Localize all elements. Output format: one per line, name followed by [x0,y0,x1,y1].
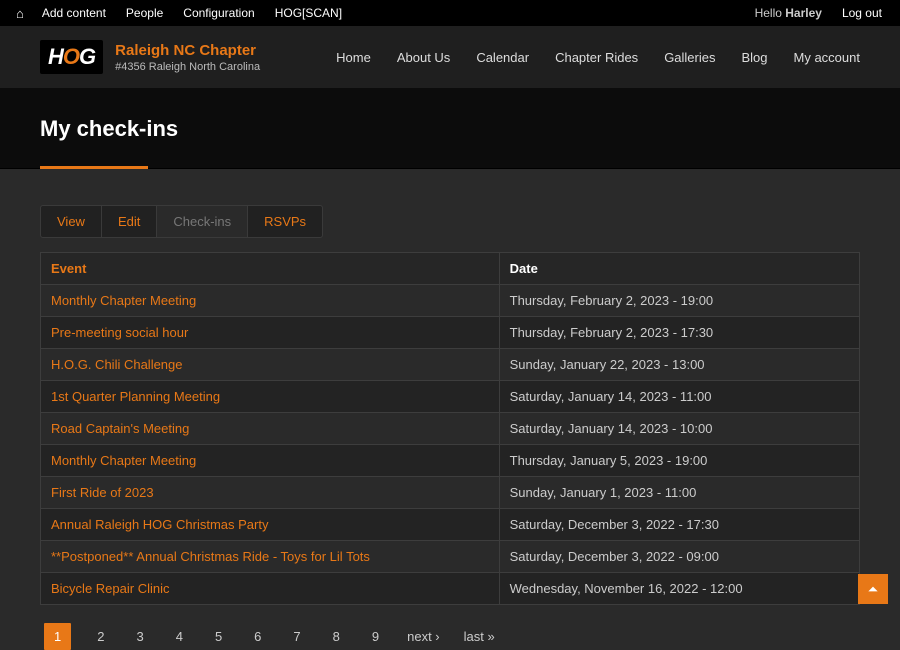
date-cell: Thursday, January 5, 2023 - 19:00 [499,445,859,477]
col-event[interactable]: Event [41,253,500,285]
content-area: View Edit Check-ins RSVPs Event Date Mon… [0,169,900,650]
pager: 1 2 3 4 5 6 7 8 9 next › last » [40,623,860,650]
event-link[interactable]: H.O.G. Chili Challenge [51,357,183,372]
date-cell: Sunday, January 22, 2023 - 13:00 [499,349,859,381]
checkins-table: Event Date Monthly Chapter Meeting Thursd… [40,252,860,605]
event-cell: Annual Raleigh HOG Christmas Party [41,509,500,541]
event-cell: **Postponed** Annual Christmas Ride - To… [41,541,500,573]
table-row: Monthly Chapter Meeting Thursday, Februar… [41,285,860,317]
event-link[interactable]: Monthly Chapter Meeting [51,453,196,468]
brand[interactable]: HOG Raleigh NC Chapter #4356 Raleigh Nor… [40,40,260,74]
nav-galleries[interactable]: Galleries [664,50,715,65]
table-row: First Ride of 2023 Sunday, January 1, 202… [41,477,860,509]
event-cell: Monthly Chapter Meeting [41,285,500,317]
date-cell: Thursday, February 2, 2023 - 19:00 [499,285,859,317]
pager-page[interactable]: 9 [366,625,385,648]
date-cell: Thursday, February 2, 2023 - 17:30 [499,317,859,349]
event-link[interactable]: **Postponed** Annual Christmas Ride - To… [51,549,370,564]
event-link[interactable]: 1st Quarter Planning Meeting [51,389,220,404]
page-banner: My check-ins [0,88,900,169]
page-title: My check-ins [40,116,860,142]
pager-page[interactable]: 1 [44,623,71,650]
event-cell: Bicycle Repair Clinic [41,573,500,605]
nav-chapter-rides[interactable]: Chapter Rides [555,50,638,65]
date-cell: Sunday, January 1, 2023 - 11:00 [499,477,859,509]
hello-user: Hello Harley [745,0,832,26]
pager-page[interactable]: 4 [170,625,189,648]
pager-last[interactable]: last » [462,625,497,648]
site-header: HOG Raleigh NC Chapter #4356 Raleigh Nor… [0,26,900,88]
table-row: **Postponed** Annual Christmas Ride - To… [41,541,860,573]
logout-link[interactable]: Log out [832,0,892,26]
tab-edit[interactable]: Edit [101,205,157,238]
chapter-title: Raleigh NC Chapter [115,42,260,59]
nav-blog[interactable]: Blog [741,50,767,65]
home-icon[interactable]: ⌂ [8,6,32,21]
admin-item-hogscan[interactable]: HOG[SCAN] [265,0,352,26]
tab-rsvps[interactable]: RSVPs [247,205,323,238]
event-cell: H.O.G. Chili Challenge [41,349,500,381]
event-cell: Pre-meeting social hour [41,317,500,349]
event-link[interactable]: Annual Raleigh HOG Christmas Party [51,517,268,532]
table-header-row: Event Date [41,253,860,285]
table-row: Pre-meeting social hour Thursday, Februar… [41,317,860,349]
scroll-to-top-button[interactable] [858,574,888,604]
event-link[interactable]: Monthly Chapter Meeting [51,293,196,308]
admin-toolbar: ⌂ Add content People Configuration HOG[S… [0,0,900,26]
table-row: H.O.G. Chili Challenge Sunday, January 22… [41,349,860,381]
nav-calendar[interactable]: Calendar [476,50,529,65]
col-date: Date [499,253,859,285]
nav-about[interactable]: About Us [397,50,450,65]
event-cell: Road Captain's Meeting [41,413,500,445]
admin-item-add-content[interactable]: Add content [32,0,116,26]
table-row: Bicycle Repair Clinic Wednesday, November… [41,573,860,605]
pager-next[interactable]: next › [405,625,442,648]
nav-home[interactable]: Home [336,50,371,65]
pager-page[interactable]: 5 [209,625,228,648]
admin-toolbar-right: Hello Harley Log out [745,0,892,26]
table-row: 1st Quarter Planning Meeting Saturday, Ja… [41,381,860,413]
date-cell: Saturday, January 14, 2023 - 11:00 [499,381,859,413]
event-cell: First Ride of 2023 [41,477,500,509]
event-link[interactable]: Road Captain's Meeting [51,421,189,436]
tab-check-ins[interactable]: Check-ins [156,205,248,238]
event-cell: 1st Quarter Planning Meeting [41,381,500,413]
table-row: Road Captain's Meeting Saturday, January … [41,413,860,445]
main-nav: Home About Us Calendar Chapter Rides Gal… [336,50,860,65]
pager-page[interactable]: 8 [327,625,346,648]
brand-text: Raleigh NC Chapter #4356 Raleigh North C… [115,42,260,73]
chapter-subtitle: #4356 Raleigh North Carolina [115,61,260,73]
admin-item-configuration[interactable]: Configuration [173,0,264,26]
date-cell: Saturday, December 3, 2022 - 09:00 [499,541,859,573]
event-link[interactable]: Bicycle Repair Clinic [51,581,169,596]
admin-item-people[interactable]: People [116,0,173,26]
pager-page[interactable]: 3 [130,625,149,648]
hog-logo-icon: HOG [40,40,103,74]
tab-view[interactable]: View [40,205,102,238]
date-cell: Saturday, January 14, 2023 - 10:00 [499,413,859,445]
pager-page[interactable]: 2 [91,625,110,648]
date-cell: Wednesday, November 16, 2022 - 12:00 [499,573,859,605]
table-row: Monthly Chapter Meeting Thursday, January… [41,445,860,477]
event-link[interactable]: Pre-meeting social hour [51,325,188,340]
pager-page[interactable]: 6 [248,625,267,648]
event-cell: Monthly Chapter Meeting [41,445,500,477]
event-link[interactable]: First Ride of 2023 [51,485,154,500]
admin-toolbar-left: ⌂ Add content People Configuration HOG[S… [8,0,352,26]
nav-my-account[interactable]: My account [794,50,860,65]
pager-page[interactable]: 7 [287,625,306,648]
tabs: View Edit Check-ins RSVPs [40,205,860,238]
chevron-up-icon [866,582,880,596]
date-cell: Saturday, December 3, 2022 - 17:30 [499,509,859,541]
table-row: Annual Raleigh HOG Christmas Party Saturd… [41,509,860,541]
